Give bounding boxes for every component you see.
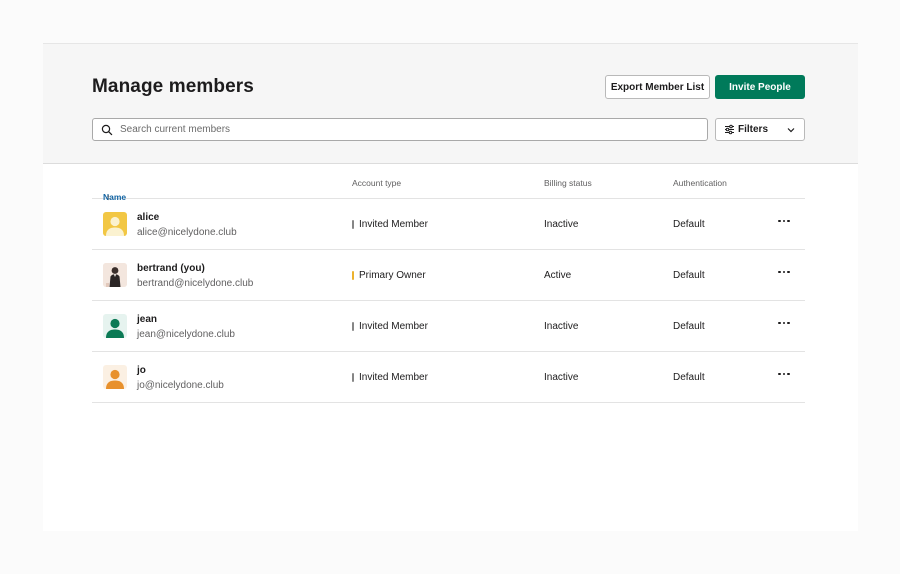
- page-header: Manage members Export Member List Invite…: [43, 44, 858, 164]
- billing-status: Inactive: [544, 321, 579, 332]
- role-indicator: [352, 322, 354, 331]
- more-actions-icon[interactable]: [775, 265, 793, 279]
- role-indicator: [352, 220, 354, 229]
- role-indicator: [352, 271, 354, 280]
- account-type-label: Invited Member: [359, 219, 428, 230]
- billing-status: Active: [544, 270, 572, 281]
- members-panel: Manage members Export Member List Invite…: [43, 43, 858, 531]
- page-title: Manage members: [92, 76, 254, 97]
- account-type-label: Primary Owner: [359, 270, 426, 281]
- billing-status: Inactive: [544, 372, 579, 383]
- authentication: Default: [673, 321, 705, 332]
- table-row[interactable]: jean jean@nicelydone.club Invited Member…: [92, 301, 805, 352]
- person-icon: [106, 369, 124, 389]
- chevron-down-icon: [787, 126, 795, 134]
- member-email: jo@nicelydone.club: [137, 380, 224, 391]
- role-indicator: [352, 373, 354, 382]
- authentication: Default: [673, 372, 705, 383]
- account-type: Invited Member: [352, 321, 428, 332]
- search-input[interactable]: [120, 124, 707, 135]
- member-email: bertrand@nicelydone.club: [137, 278, 254, 289]
- member-name: jean: [137, 314, 158, 325]
- profile-photo: [103, 263, 127, 287]
- account-type: Primary Owner: [352, 270, 426, 281]
- account-type: Invited Member: [352, 372, 428, 383]
- invite-people-button[interactable]: Invite People: [715, 75, 805, 99]
- table-row[interactable]: alice alice@nicelydone.club Invited Memb…: [92, 199, 805, 250]
- member-email: jean@nicelydone.club: [137, 329, 235, 340]
- member-email: alice@nicelydone.club: [137, 227, 237, 238]
- column-header-authentication: Authentication: [673, 178, 727, 188]
- account-type-label: Invited Member: [359, 372, 428, 383]
- member-name: bertrand (you): [137, 263, 205, 274]
- billing-status: Inactive: [544, 219, 579, 230]
- authentication: Default: [673, 219, 705, 230]
- column-header-account-type: Account type: [352, 178, 402, 188]
- member-name: alice: [137, 212, 160, 223]
- filters-button[interactable]: Filters: [715, 118, 805, 141]
- avatar: [103, 365, 127, 389]
- member-name: jo: [137, 365, 146, 376]
- table-row[interactable]: bertrand (you) bertrand@nicelydone.club …: [92, 250, 805, 301]
- search-icon: [101, 124, 113, 136]
- filters-label: Filters: [738, 124, 769, 135]
- export-member-list-button[interactable]: Export Member List: [605, 75, 710, 99]
- avatar: [103, 263, 127, 287]
- column-header-billing-status: Billing status: [544, 178, 592, 188]
- authentication: Default: [673, 270, 705, 281]
- more-actions-icon[interactable]: [775, 316, 793, 330]
- more-actions-icon[interactable]: [775, 214, 793, 228]
- avatar: [103, 314, 127, 338]
- account-type: Invited Member: [352, 219, 428, 230]
- members-table: Name ↑ Account type Billing status Authen…: [92, 164, 805, 403]
- search-box[interactable]: [92, 118, 708, 141]
- avatar: [103, 212, 127, 236]
- table-row[interactable]: jo jo@nicelydone.club Invited Member Ina…: [92, 352, 805, 403]
- filter-sliders-icon: [724, 124, 735, 135]
- account-type-label: Invited Member: [359, 321, 428, 332]
- table-header: Name ↑ Account type Billing status Authen…: [92, 164, 805, 202]
- person-icon: [106, 216, 124, 236]
- person-icon: [106, 318, 124, 338]
- more-actions-icon[interactable]: [775, 367, 793, 381]
